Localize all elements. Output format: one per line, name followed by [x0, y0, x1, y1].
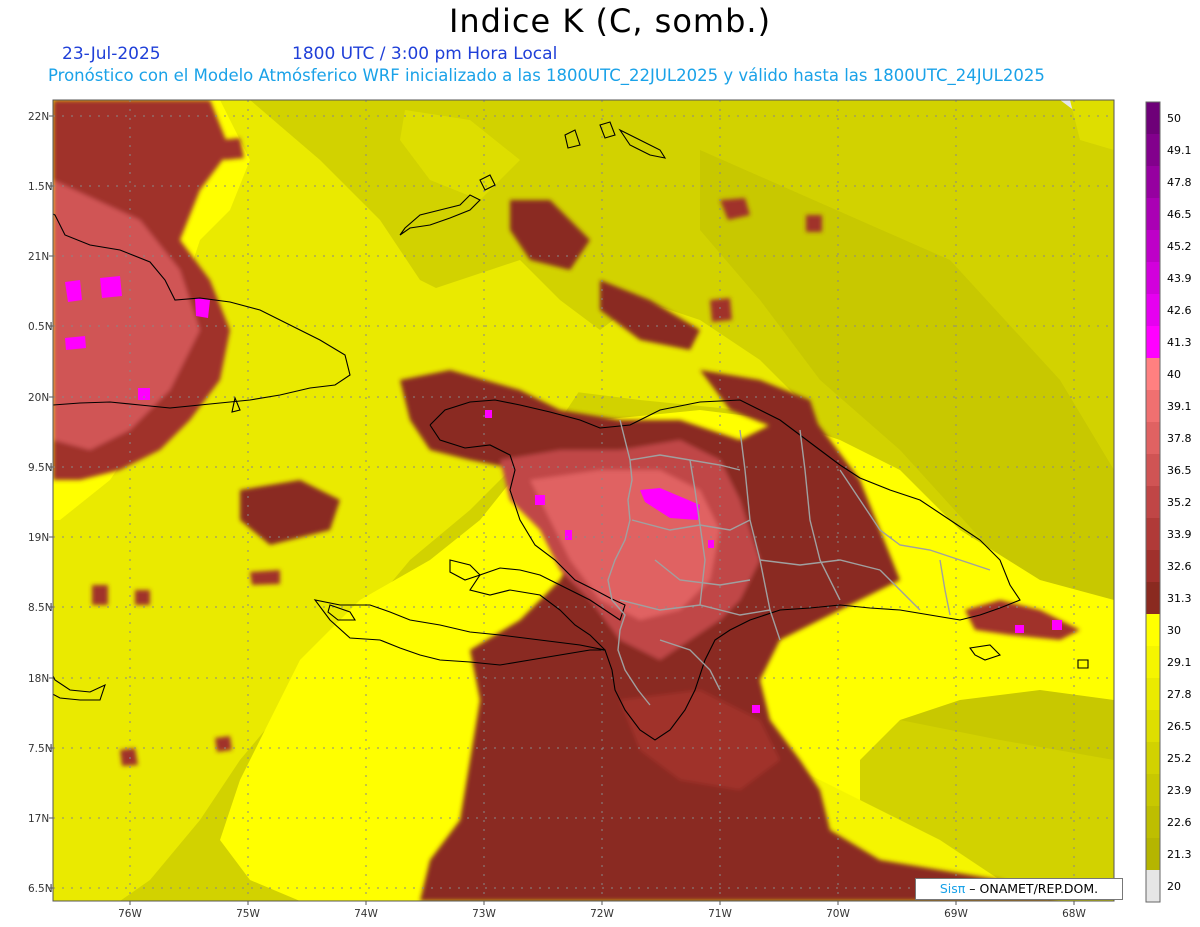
colorbar-label: 30 [1167, 624, 1181, 637]
lat-label-16-5n: 6.5N [28, 883, 53, 895]
colorbar-swatch [1146, 102, 1160, 135]
colorbar-label: 47.8 [1167, 176, 1192, 189]
colorbar-label: 20 [1167, 880, 1181, 893]
colorbar-label: 37.8 [1167, 432, 1192, 445]
colorbar-label: 26.5 [1167, 720, 1192, 733]
credit-brand: Sisπ [939, 881, 966, 896]
lat-label-20n: 20N [28, 392, 49, 404]
colorbar-swatch [1146, 838, 1160, 871]
colorbar-swatch [1146, 230, 1160, 263]
colorbar-label: 22.6 [1167, 816, 1192, 829]
lat-label-21n: 21N [28, 251, 49, 263]
colorbar-label: 35.2 [1167, 496, 1192, 509]
colorbar-label: 39.1 [1167, 400, 1192, 413]
colorbar-label: 49.1 [1167, 144, 1192, 157]
lon-label-71w: 71W [708, 908, 732, 920]
colorbar-label: 40 [1167, 368, 1181, 381]
lat-labels: 22N 1.5N 21N 0.5N 20N 9.5N 19N 8.5N 18N … [28, 111, 53, 895]
colorbar-label: 29.1 [1167, 656, 1192, 669]
colorbar-swatch [1146, 358, 1160, 391]
colorbar-label: 43.9 [1167, 272, 1192, 285]
colorbar-swatch [1146, 582, 1160, 615]
credit-text: – ONAMET/REP.DOM. [969, 881, 1099, 896]
lon-label-76w: 76W [118, 908, 142, 920]
colorbar-swatch [1146, 646, 1160, 679]
colorbar-label: 46.5 [1167, 208, 1192, 221]
colorbar-label: 25.2 [1167, 752, 1192, 765]
lon-labels: 76W 75W 74W 73W 72W 71W 70W 69W 68W [118, 908, 1086, 920]
colorbar-swatch [1146, 326, 1160, 359]
colorbar-label: 41.3 [1167, 336, 1192, 349]
lat-label-19-5n: 9.5N [28, 462, 53, 474]
lat-label-18-5n: 8.5N [28, 602, 53, 614]
colorbar-swatch [1146, 774, 1160, 807]
colorbar-swatch [1146, 806, 1160, 839]
colorbar-label: 45.2 [1167, 240, 1192, 253]
colorbar-label: 50 [1167, 112, 1181, 125]
lat-label-21-5n: 1.5N [28, 181, 53, 193]
credit-box: Sisπ – ONAMET/REP.DOM. [915, 878, 1123, 900]
colorbar-swatch [1146, 614, 1160, 647]
lat-label-17n: 17N [28, 813, 49, 825]
colorbar-swatch [1146, 262, 1160, 295]
lat-label-20-5n: 0.5N [28, 321, 53, 333]
map-area [53, 100, 1114, 901]
colorbar-label: 27.8 [1167, 688, 1192, 701]
colorbar-swatch [1146, 198, 1160, 231]
map-figure: 22N 1.5N 21N 0.5N 20N 9.5N 19N 8.5N 18N … [28, 99, 1192, 920]
lon-label-70w: 70W [826, 908, 850, 920]
colorbar-label: 31.3 [1167, 592, 1192, 605]
lon-label-73w: 73W [472, 908, 496, 920]
lat-label-17-5n: 7.5N [28, 743, 53, 755]
colorbar-label: 23.9 [1167, 784, 1192, 797]
colorbar-swatch [1146, 390, 1160, 423]
lat-label-19n: 19N [28, 532, 49, 544]
lat-label-22n: 22N [28, 111, 49, 123]
colorbar-swatch [1146, 486, 1160, 519]
colorbar-swatch [1146, 742, 1160, 775]
colorbar-swatch [1146, 294, 1160, 327]
colorbar-swatch [1146, 678, 1160, 711]
colorbar-swatch [1146, 518, 1160, 551]
colorbar-swatch [1146, 422, 1160, 455]
lat-label-18n: 18N [28, 673, 49, 685]
colorbar-swatch [1146, 550, 1160, 583]
colorbar: 50 49.1 47.8 46.5 45.2 43.9 42.6 41.3 40 39.1 37.8… [1145, 101, 1192, 903]
colorbar-swatch [1146, 134, 1160, 167]
colorbar-label: 36.5 [1167, 464, 1192, 477]
lon-label-74w: 74W [354, 908, 378, 920]
colorbar-label: 21.3 [1167, 848, 1192, 861]
lon-label-72w: 72W [590, 908, 614, 920]
lon-label-75w: 75W [236, 908, 260, 920]
colorbar-label: 33.9 [1167, 528, 1192, 541]
colorbar-swatch [1146, 870, 1160, 903]
colorbar-swatch [1146, 166, 1160, 199]
colorbar-swatch [1146, 454, 1160, 487]
lon-label-68w: 68W [1062, 908, 1086, 920]
lon-label-69w: 69W [944, 908, 968, 920]
colorbar-label: 32.6 [1167, 560, 1192, 573]
colorbar-label: 42.6 [1167, 304, 1192, 317]
colorbar-swatch [1146, 710, 1160, 743]
